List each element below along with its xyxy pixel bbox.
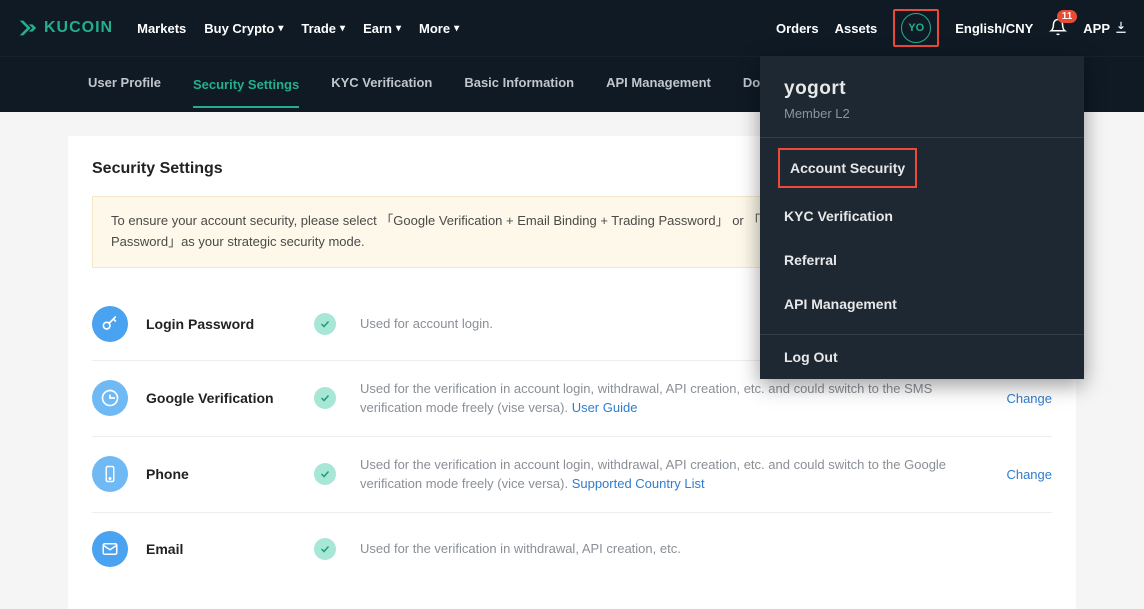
nav-more[interactable]: More▾ (419, 21, 459, 36)
google-icon (92, 380, 128, 416)
subnav-basic-information[interactable]: Basic Information (464, 75, 574, 94)
dropdown-logout[interactable]: Log Out (760, 335, 1084, 379)
nav-language[interactable]: English/CNY (955, 21, 1033, 36)
brand-logo[interactable]: KUCOIN (16, 17, 113, 39)
subnav-api-management[interactable]: API Management (606, 75, 711, 94)
kucoin-logo-icon (16, 17, 38, 39)
change-button[interactable]: Change (1006, 467, 1052, 482)
dropdown-member-level: Member L2 (784, 106, 1060, 121)
row-desc: Used for the verification in withdrawal,… (360, 539, 1052, 559)
nav-orders[interactable]: Orders (776, 21, 819, 36)
chevron-down-icon: ▾ (454, 23, 459, 34)
nav-markets[interactable]: Markets (137, 21, 186, 36)
account-dropdown: yogort Member L2 Account Security KYC Ve… (760, 56, 1084, 379)
notifications-button[interactable]: 11 (1049, 18, 1067, 39)
row-desc: Used for the verification in account log… (360, 379, 988, 418)
user-guide-link[interactable]: User Guide (572, 400, 638, 415)
dropdown-account-security[interactable]: Account Security (778, 148, 917, 188)
row-desc: Used for the verification in account log… (360, 455, 988, 494)
check-icon (314, 538, 336, 560)
nav-earn[interactable]: Earn▾ (363, 21, 401, 36)
dropdown-referral[interactable]: Referral (760, 238, 1084, 282)
check-icon (314, 387, 336, 409)
dropdown-api-management[interactable]: API Management (760, 282, 1084, 326)
row-email: Email Used for the verification in withd… (92, 513, 1052, 585)
change-button[interactable]: Change (1006, 391, 1052, 406)
row-phone: Phone Used for the verification in accou… (92, 437, 1052, 513)
nav-app[interactable]: APP (1083, 20, 1128, 37)
avatar[interactable]: YO (901, 13, 931, 43)
check-icon (314, 463, 336, 485)
chevron-down-icon: ▾ (396, 23, 401, 34)
email-icon (92, 531, 128, 567)
brand-name: KUCOIN (44, 19, 113, 37)
row-label: Login Password (146, 316, 296, 332)
subnav-kyc-verification[interactable]: KYC Verification (331, 75, 432, 94)
row-label: Email (146, 541, 296, 557)
supported-country-link[interactable]: Supported Country List (572, 476, 705, 491)
subnav-user-profile[interactable]: User Profile (88, 75, 161, 94)
topbar: KUCOIN Markets Buy Crypto▾ Trade▾ Earn▾ … (0, 0, 1144, 56)
key-icon (92, 306, 128, 342)
highlight-avatar: YO (893, 9, 939, 47)
primary-nav: Markets Buy Crypto▾ Trade▾ Earn▾ More▾ (137, 21, 459, 36)
notification-count: 11 (1057, 10, 1078, 23)
download-icon (1114, 20, 1128, 37)
row-label: Google Verification (146, 390, 296, 406)
chevron-down-icon: ▾ (340, 23, 345, 34)
nav-buy-crypto[interactable]: Buy Crypto▾ (204, 21, 283, 36)
subnav-security-settings[interactable]: Security Settings (193, 77, 299, 108)
right-nav: Orders Assets YO English/CNY 11 APP (776, 9, 1128, 47)
check-icon (314, 313, 336, 335)
row-label: Phone (146, 466, 296, 482)
nav-assets[interactable]: Assets (835, 21, 878, 36)
dropdown-kyc-verification[interactable]: KYC Verification (760, 194, 1084, 238)
dropdown-header: yogort Member L2 (760, 56, 1084, 138)
phone-icon (92, 456, 128, 492)
chevron-down-icon: ▾ (278, 23, 283, 34)
dropdown-username: yogort (784, 78, 1060, 100)
nav-trade[interactable]: Trade▾ (301, 21, 345, 36)
